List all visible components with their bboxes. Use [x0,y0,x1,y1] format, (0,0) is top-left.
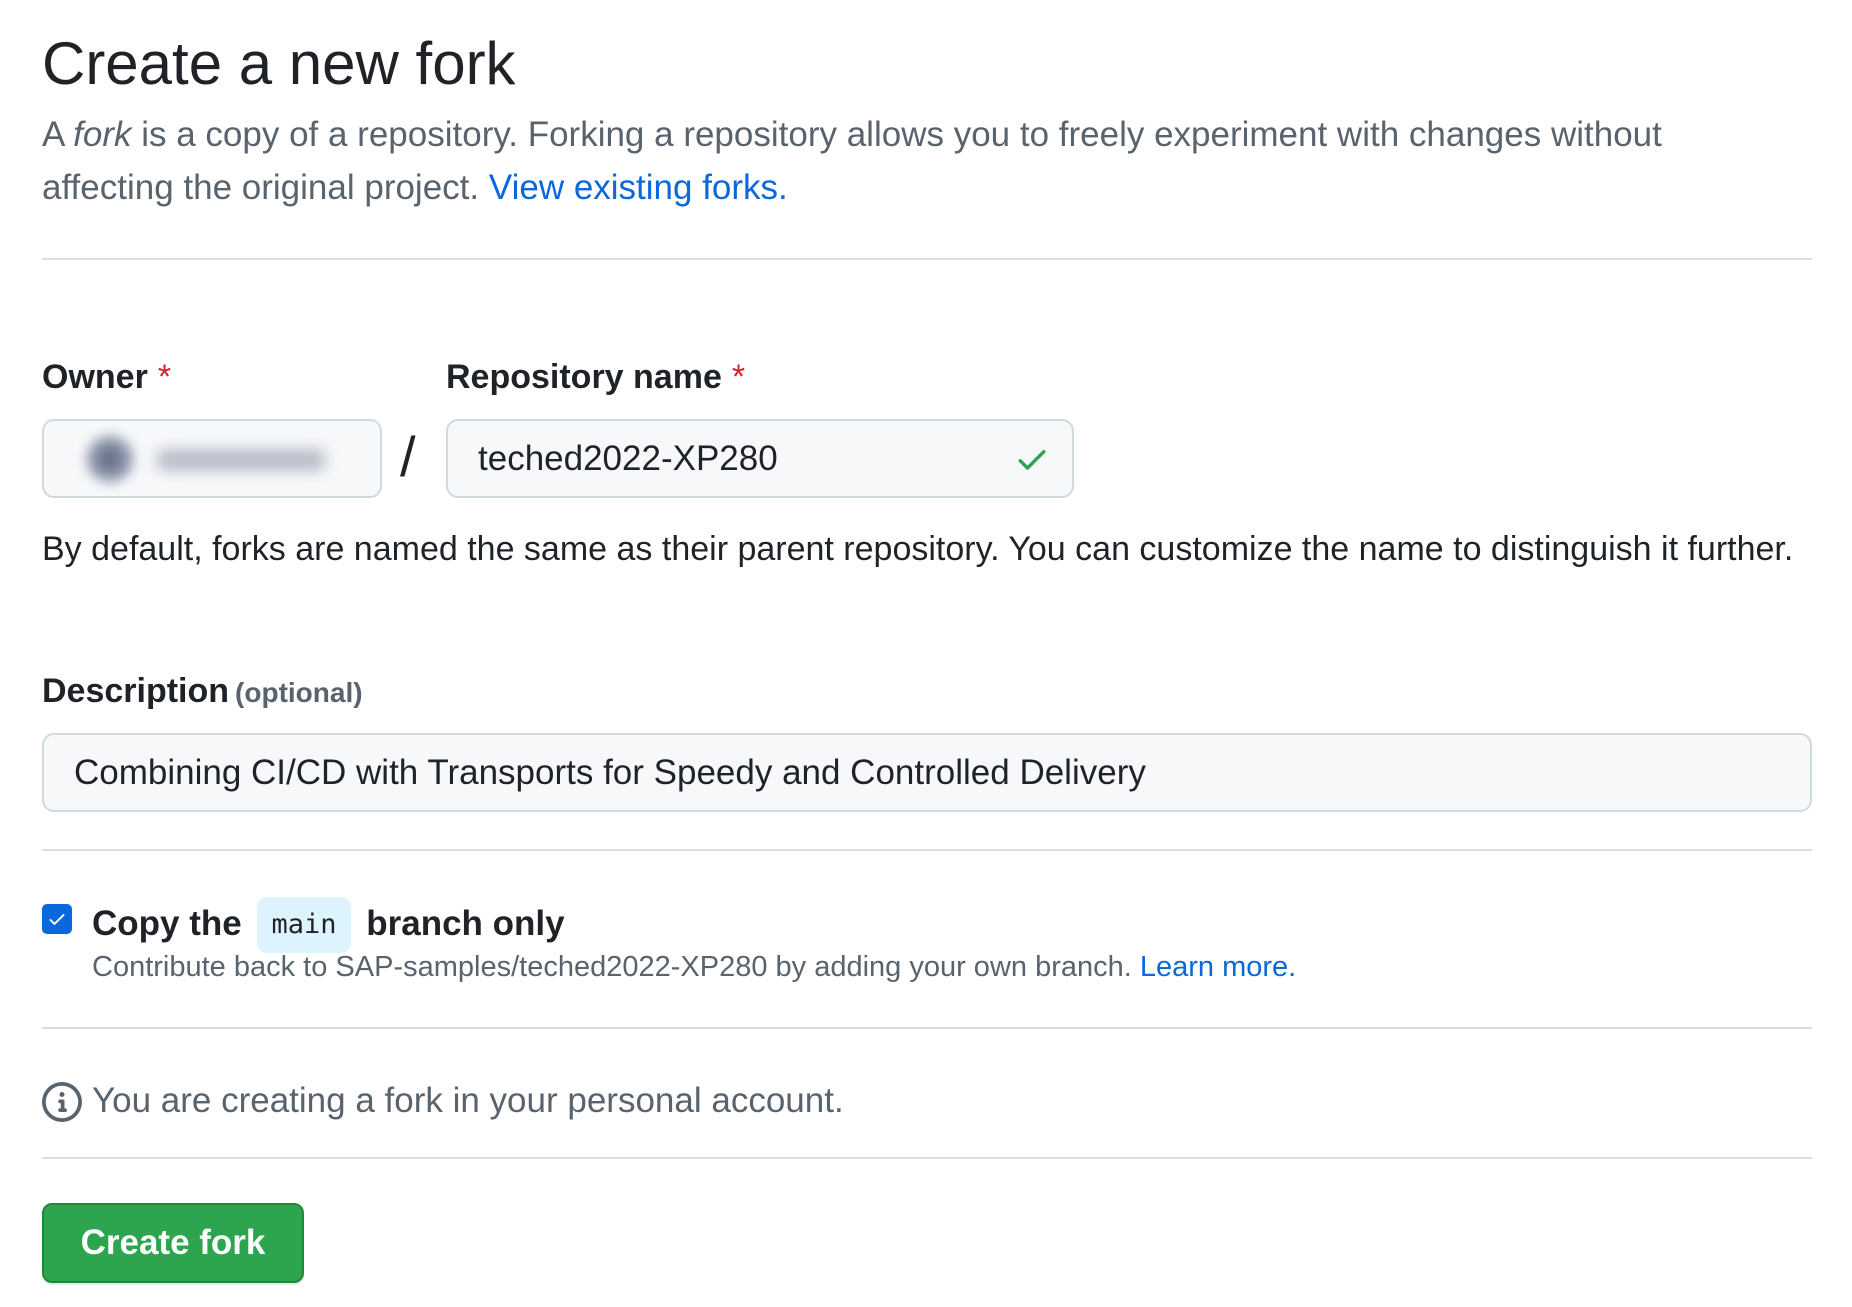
create-fork-button[interactable]: Create fork [42,1203,304,1283]
intro-rest: is a copy of a repository. Forking a rep… [42,115,1662,207]
repo-name-input[interactable] [448,421,1072,496]
description-field[interactable] [42,733,1812,812]
description-input[interactable] [44,735,1810,810]
repo-name-label: Repository name * [446,358,745,397]
copy-branch-label-prefix: Copy the [92,904,242,943]
copy-branch-help: Contribute back to SAP-samples/teched202… [92,951,1296,984]
repo-name-field[interactable] [446,419,1074,498]
owner-required-marker: * [157,358,172,396]
page-intro: A fork is a copy of a repository. Forkin… [42,108,1762,214]
intro-prefix: A [42,115,74,154]
repo-required-marker: * [731,358,746,396]
view-existing-forks-link[interactable]: View existing forks. [489,168,788,207]
repo-name-hint: By default, forks are named the same as … [42,530,1794,568]
header-divider [42,258,1812,260]
intro-fork-word: fork [73,115,132,154]
description-label-text: Description [42,672,230,710]
copy-branch-label-suffix: branch only [366,904,565,943]
info-icon [42,1082,82,1122]
notice-divider [42,1157,1812,1159]
owner-select[interactable] [42,419,382,498]
option-divider [42,1027,1812,1029]
copy-main-branch-checkbox[interactable] [42,904,72,934]
form-divider [42,849,1812,851]
check-icon [1018,450,1046,470]
repo-name-label-text: Repository name [446,358,722,396]
notice-text: You are creating a fork in your personal… [92,1081,844,1120]
description-optional-marker: (optional) [235,677,363,708]
owner-repo-separator: / [400,425,416,488]
avatar [84,433,136,485]
owner-label-text: Owner [42,358,148,396]
copy-branch-label[interactable]: Copy the main branch only [92,897,565,953]
page-title: Create a new fork [42,30,516,97]
owner-name-redacted [156,449,326,471]
description-label: Description (optional) [42,672,363,711]
copy-branch-help-text: Contribute back to SAP-samples/teched202… [92,951,1140,983]
checkmark-icon [49,914,65,925]
branch-name-chip: main [257,897,351,953]
learn-more-link[interactable]: Learn more. [1140,951,1296,983]
owner-label: Owner * [42,358,171,397]
